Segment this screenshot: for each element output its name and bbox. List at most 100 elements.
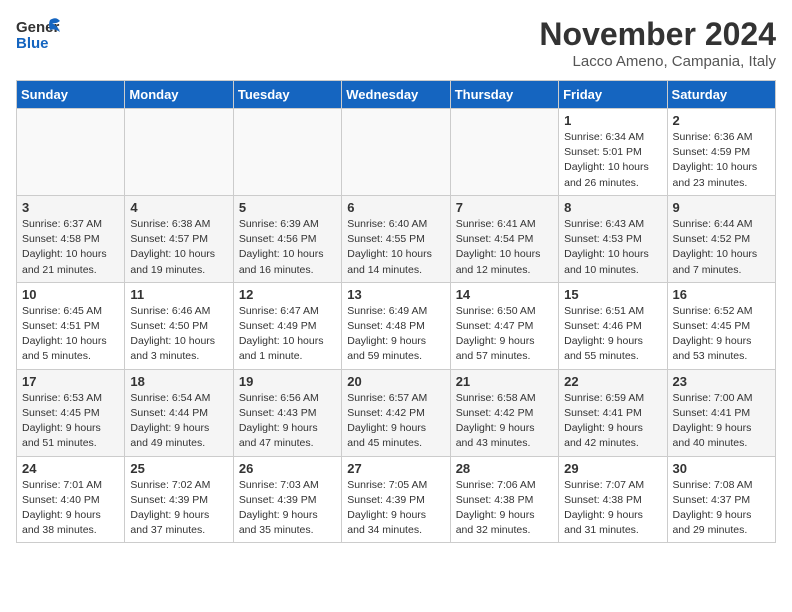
calendar-cell: 2Sunrise: 6:36 AMSunset: 4:59 PMDaylight… bbox=[667, 109, 775, 196]
cell-info: Sunset: 4:42 PM bbox=[456, 406, 553, 421]
cell-info: Daylight: 10 hours and 7 minutes. bbox=[673, 247, 770, 277]
cell-info: Daylight: 9 hours and 37 minutes. bbox=[130, 508, 227, 538]
cell-info: Sunrise: 6:46 AM bbox=[130, 304, 227, 319]
cell-info: Sunrise: 7:02 AM bbox=[130, 478, 227, 493]
title-area: November 2024 Lacco Ameno, Campania, Ita… bbox=[539, 16, 776, 70]
cell-info: Sunrise: 6:58 AM bbox=[456, 391, 553, 406]
calendar-cell: 4Sunrise: 6:38 AMSunset: 4:57 PMDaylight… bbox=[125, 195, 233, 282]
calendar-table: SundayMondayTuesdayWednesdayThursdayFrid… bbox=[16, 80, 776, 543]
calendar-cell: 15Sunrise: 6:51 AMSunset: 4:46 PMDayligh… bbox=[559, 282, 667, 369]
calendar-cell: 29Sunrise: 7:07 AMSunset: 4:38 PMDayligh… bbox=[559, 456, 667, 543]
cell-info: Sunrise: 6:53 AM bbox=[22, 391, 119, 406]
cell-info: Sunrise: 6:40 AM bbox=[347, 217, 444, 232]
cell-info: Sunset: 4:42 PM bbox=[347, 406, 444, 421]
day-number: 14 bbox=[456, 287, 553, 302]
cell-info: Sunset: 4:56 PM bbox=[239, 232, 336, 247]
day-number: 19 bbox=[239, 374, 336, 389]
calendar-cell: 17Sunrise: 6:53 AMSunset: 4:45 PMDayligh… bbox=[17, 369, 125, 456]
cell-info: Sunset: 4:52 PM bbox=[673, 232, 770, 247]
day-number: 29 bbox=[564, 461, 661, 476]
cell-info: Daylight: 10 hours and 10 minutes. bbox=[564, 247, 661, 277]
cell-info: Sunrise: 7:05 AM bbox=[347, 478, 444, 493]
cell-info: Sunrise: 7:06 AM bbox=[456, 478, 553, 493]
day-number: 28 bbox=[456, 461, 553, 476]
col-header-wednesday: Wednesday bbox=[342, 81, 450, 109]
cell-info: Sunrise: 7:03 AM bbox=[239, 478, 336, 493]
calendar-cell: 23Sunrise: 7:00 AMSunset: 4:41 PMDayligh… bbox=[667, 369, 775, 456]
cell-info: Sunrise: 6:34 AM bbox=[564, 130, 661, 145]
cell-info: Daylight: 9 hours and 38 minutes. bbox=[22, 508, 119, 538]
cell-info: Sunset: 4:59 PM bbox=[673, 145, 770, 160]
calendar-cell: 27Sunrise: 7:05 AMSunset: 4:39 PMDayligh… bbox=[342, 456, 450, 543]
cell-info: Sunset: 4:51 PM bbox=[22, 319, 119, 334]
cell-info: Sunset: 4:45 PM bbox=[673, 319, 770, 334]
cell-info: Sunset: 4:38 PM bbox=[564, 493, 661, 508]
cell-info: Sunrise: 7:01 AM bbox=[22, 478, 119, 493]
cell-info: Sunrise: 6:47 AM bbox=[239, 304, 336, 319]
calendar-cell: 10Sunrise: 6:45 AMSunset: 4:51 PMDayligh… bbox=[17, 282, 125, 369]
day-number: 11 bbox=[130, 287, 227, 302]
cell-info: Daylight: 10 hours and 3 minutes. bbox=[130, 334, 227, 364]
cell-info: Daylight: 10 hours and 16 minutes. bbox=[239, 247, 336, 277]
col-header-monday: Monday bbox=[125, 81, 233, 109]
logo-icon: General Blue bbox=[16, 16, 60, 56]
calendar-cell: 24Sunrise: 7:01 AMSunset: 4:40 PMDayligh… bbox=[17, 456, 125, 543]
cell-info: Daylight: 10 hours and 19 minutes. bbox=[130, 247, 227, 277]
calendar-cell: 14Sunrise: 6:50 AMSunset: 4:47 PMDayligh… bbox=[450, 282, 558, 369]
cell-info: Sunrise: 6:50 AM bbox=[456, 304, 553, 319]
calendar-cell: 16Sunrise: 6:52 AMSunset: 4:45 PMDayligh… bbox=[667, 282, 775, 369]
day-number: 5 bbox=[239, 200, 336, 215]
day-number: 24 bbox=[22, 461, 119, 476]
cell-info: Sunrise: 6:54 AM bbox=[130, 391, 227, 406]
day-number: 9 bbox=[673, 200, 770, 215]
cell-info: Sunset: 4:47 PM bbox=[456, 319, 553, 334]
cell-info: Daylight: 10 hours and 12 minutes. bbox=[456, 247, 553, 277]
cell-info: Sunset: 4:46 PM bbox=[564, 319, 661, 334]
calendar-cell bbox=[450, 109, 558, 196]
cell-info: Sunrise: 6:51 AM bbox=[564, 304, 661, 319]
day-number: 20 bbox=[347, 374, 444, 389]
cell-info: Sunrise: 6:59 AM bbox=[564, 391, 661, 406]
cell-info: Daylight: 9 hours and 40 minutes. bbox=[673, 421, 770, 451]
week-row-2: 3Sunrise: 6:37 AMSunset: 4:58 PMDaylight… bbox=[17, 195, 776, 282]
day-number: 26 bbox=[239, 461, 336, 476]
cell-info: Sunset: 4:44 PM bbox=[130, 406, 227, 421]
calendar-cell: 12Sunrise: 6:47 AMSunset: 4:49 PMDayligh… bbox=[233, 282, 341, 369]
cell-info: Sunrise: 6:38 AM bbox=[130, 217, 227, 232]
calendar-cell: 26Sunrise: 7:03 AMSunset: 4:39 PMDayligh… bbox=[233, 456, 341, 543]
day-number: 22 bbox=[564, 374, 661, 389]
month-title: November 2024 bbox=[539, 16, 776, 53]
cell-info: Daylight: 10 hours and 1 minute. bbox=[239, 334, 336, 364]
cell-info: Daylight: 10 hours and 21 minutes. bbox=[22, 247, 119, 277]
day-number: 12 bbox=[239, 287, 336, 302]
calendar-cell: 8Sunrise: 6:43 AMSunset: 4:53 PMDaylight… bbox=[559, 195, 667, 282]
day-number: 1 bbox=[564, 113, 661, 128]
cell-info: Daylight: 9 hours and 42 minutes. bbox=[564, 421, 661, 451]
cell-info: Sunset: 4:57 PM bbox=[130, 232, 227, 247]
calendar-cell: 1Sunrise: 6:34 AMSunset: 5:01 PMDaylight… bbox=[559, 109, 667, 196]
day-number: 25 bbox=[130, 461, 227, 476]
week-row-4: 17Sunrise: 6:53 AMSunset: 4:45 PMDayligh… bbox=[17, 369, 776, 456]
cell-info: Sunrise: 6:37 AM bbox=[22, 217, 119, 232]
cell-info: Sunrise: 6:49 AM bbox=[347, 304, 444, 319]
calendar-cell: 20Sunrise: 6:57 AMSunset: 4:42 PMDayligh… bbox=[342, 369, 450, 456]
day-number: 8 bbox=[564, 200, 661, 215]
cell-info: Sunset: 4:41 PM bbox=[673, 406, 770, 421]
cell-info: Daylight: 9 hours and 43 minutes. bbox=[456, 421, 553, 451]
cell-info: Sunset: 4:58 PM bbox=[22, 232, 119, 247]
cell-info: Sunset: 4:54 PM bbox=[456, 232, 553, 247]
cell-info: Sunrise: 6:43 AM bbox=[564, 217, 661, 232]
cell-info: Daylight: 9 hours and 45 minutes. bbox=[347, 421, 444, 451]
day-number: 21 bbox=[456, 374, 553, 389]
calendar-cell bbox=[233, 109, 341, 196]
calendar-cell: 6Sunrise: 6:40 AMSunset: 4:55 PMDaylight… bbox=[342, 195, 450, 282]
col-header-sunday: Sunday bbox=[17, 81, 125, 109]
cell-info: Daylight: 10 hours and 14 minutes. bbox=[347, 247, 444, 277]
calendar-cell: 3Sunrise: 6:37 AMSunset: 4:58 PMDaylight… bbox=[17, 195, 125, 282]
cell-info: Daylight: 9 hours and 47 minutes. bbox=[239, 421, 336, 451]
cell-info: Sunrise: 7:08 AM bbox=[673, 478, 770, 493]
week-row-1: 1Sunrise: 6:34 AMSunset: 5:01 PMDaylight… bbox=[17, 109, 776, 196]
cell-info: Daylight: 9 hours and 51 minutes. bbox=[22, 421, 119, 451]
cell-info: Sunrise: 6:39 AM bbox=[239, 217, 336, 232]
calendar-cell bbox=[125, 109, 233, 196]
